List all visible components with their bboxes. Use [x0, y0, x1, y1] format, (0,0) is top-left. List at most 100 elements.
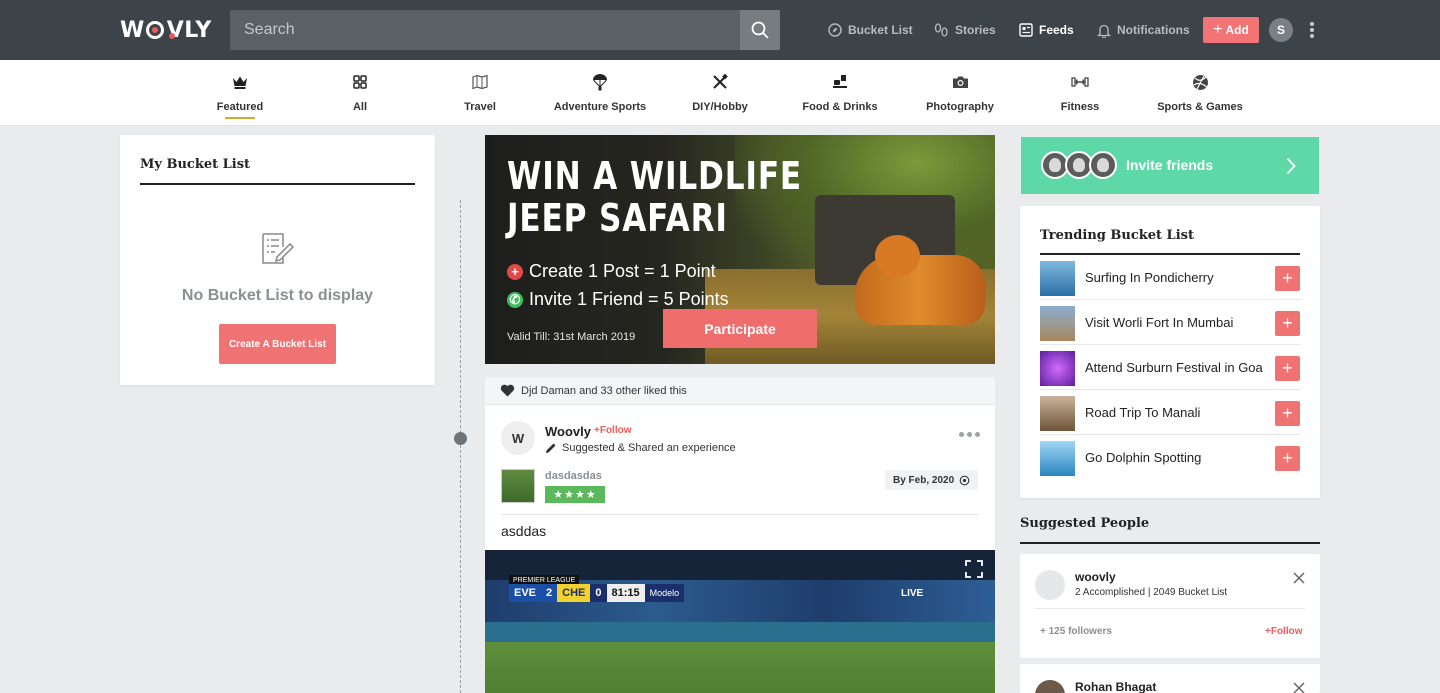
close-icon[interactable] — [1292, 681, 1306, 693]
invite-friends-button[interactable]: Invite friends — [1021, 137, 1319, 194]
trending-item[interactable]: Road Trip To Manali + — [1040, 390, 1300, 435]
post-options-icon[interactable] — [959, 432, 980, 437]
my-bucket-list-card: My Bucket List No Bucket List to display… — [120, 135, 435, 385]
person-followers: + 125 followers — [1040, 626, 1112, 637]
feeds-icon — [1019, 23, 1033, 37]
person-name[interactable]: woovly — [1075, 570, 1116, 584]
bucket-thumbnail[interactable] — [501, 469, 535, 503]
category-adventure-sports[interactable]: Adventure Sports — [540, 60, 660, 126]
nav-stories[interactable]: Stories — [934, 0, 996, 60]
likes-text[interactable]: Djd Daman and 33 other liked this — [521, 385, 687, 397]
category-sports-games[interactable]: Sports & Games — [1140, 60, 1260, 126]
nav-feeds[interactable]: Feeds — [1019, 0, 1074, 60]
banner-post-points: + Create 1 Post = 1 Point — [507, 261, 716, 282]
trending-item-image — [1040, 351, 1075, 386]
search-button[interactable] — [740, 10, 780, 50]
fullscreen-icon[interactable] — [965, 560, 983, 578]
ball-icon — [1192, 74, 1208, 90]
category-travel[interactable]: Travel — [420, 60, 540, 126]
video-away-team: CHE — [557, 584, 591, 602]
bucket-name[interactable]: dasdasdas — [545, 470, 602, 482]
date-text: By Feb, 2020 — [893, 474, 955, 486]
banner-headline-line-2: JEEP SAFARI — [507, 196, 728, 240]
search-input[interactable] — [230, 10, 740, 50]
category-photography-label: Photography — [926, 101, 994, 113]
category-fitness-label: Fitness — [1060, 101, 1100, 113]
suggested-person-card: woovly 2 Accomplished | 2049 Bucket List… — [1020, 554, 1320, 658]
nav-stories-label: Stories — [955, 23, 996, 37]
invite-friends-label: Invite friends — [1126, 157, 1214, 173]
post-follow-link[interactable]: +Follow — [594, 425, 632, 436]
trending-item[interactable]: Attend Surburn Festival in Goa + — [1040, 345, 1300, 390]
person-divider — [1035, 608, 1305, 609]
category-food-drinks[interactable]: Food & Drinks — [780, 60, 900, 126]
trending-item-name: Go Dolphin Spotting — [1085, 450, 1202, 465]
grid-icon — [353, 75, 367, 89]
trending-item-image — [1040, 261, 1075, 296]
create-bucket-list-button[interactable]: Create A Bucket List — [219, 324, 336, 364]
nav-feeds-label: Feeds — [1039, 23, 1074, 37]
post-subtitle: Suggested & Shared an experience — [545, 442, 736, 454]
active-category-underline — [225, 117, 255, 119]
nav-notifications[interactable]: Notifications — [1097, 0, 1190, 60]
post-author-avatar[interactable]: W — [501, 421, 535, 455]
participate-button[interactable]: Participate — [663, 309, 817, 348]
post-video[interactable]: PREMIER LEAGUE EVE 2 CHE 0 81:15 Modelo … — [485, 550, 995, 693]
add-to-bucket-button[interactable]: + — [1275, 356, 1300, 381]
person-avatar[interactable] — [1035, 680, 1065, 693]
person-stats: 2 Accomplished | 2049 Bucket List — [1075, 587, 1228, 598]
category-travel-label: Travel — [464, 101, 496, 113]
person-follow-link[interactable]: +Follow — [1265, 626, 1303, 637]
trending-item[interactable]: Visit Worli Fort In Mumbai + — [1040, 300, 1300, 345]
add-to-bucket-button[interactable]: + — [1275, 266, 1300, 291]
title-divider — [1020, 542, 1320, 544]
nav-bucket-list[interactable]: Bucket List — [828, 0, 913, 60]
plus-circle-icon: + — [507, 263, 523, 280]
footprints-icon — [934, 22, 948, 37]
search-bar — [230, 10, 780, 50]
category-photography[interactable]: Photography — [900, 60, 1020, 126]
banner-post-points-text: Create 1 Post = 1 Point — [529, 261, 716, 281]
category-diy-hobby[interactable]: DIY/Hobby — [660, 60, 780, 126]
trending-item-name: Attend Surburn Festival in Goa — [1085, 360, 1263, 375]
title-divider — [140, 183, 415, 185]
heart-icon[interactable] — [500, 384, 515, 397]
post-author-name[interactable]: Woovly — [545, 424, 591, 439]
banner-valid-till: Valid Till: 31st March 2019 — [507, 331, 636, 343]
category-featured-label: Featured — [216, 101, 264, 113]
trending-item[interactable]: Surfing In Pondicherry + — [1040, 255, 1300, 300]
likes-bar: Djd Daman and 33 other liked this — [485, 377, 995, 405]
video-home-team: EVE — [509, 584, 542, 602]
add-to-bucket-button[interactable]: + — [1275, 311, 1300, 336]
pencil-icon — [546, 443, 556, 453]
rating-stars: ★★★★ — [545, 486, 605, 503]
category-fitness[interactable]: Fitness — [1020, 60, 1140, 126]
contest-banner[interactable]: WIN A WILDLIFE JEEP SAFARI + Create 1 Po… — [485, 135, 995, 364]
video-home-score: 2 — [541, 584, 558, 602]
category-all[interactable]: All — [300, 60, 420, 126]
more-menu-icon[interactable] — [1306, 20, 1318, 40]
tools-icon — [713, 74, 728, 89]
person-avatar[interactable] — [1035, 570, 1065, 600]
video-scoreboard: EVE 2 CHE 0 81:15 Modelo — [509, 584, 685, 602]
add-to-bucket-button[interactable]: + — [1275, 401, 1300, 426]
trending-item-image — [1040, 396, 1075, 431]
add-to-bucket-button[interactable]: + — [1275, 446, 1300, 471]
trending-title: Trending Bucket List — [1040, 228, 1194, 243]
category-featured[interactable]: Featured — [180, 60, 300, 126]
woovly-logo[interactable]: W VLY — [120, 17, 212, 43]
trending-item-image — [1040, 441, 1075, 476]
dumbbell-icon — [1071, 77, 1089, 87]
video-live-label: LIVE — [901, 588, 924, 599]
timeline-line — [460, 200, 461, 693]
bell-icon — [1097, 24, 1111, 38]
person-name[interactable]: Rohan Bhagat — [1075, 680, 1156, 693]
add-button[interactable]: + Add — [1203, 17, 1259, 43]
trending-item[interactable]: Go Dolphin Spotting + — [1040, 435, 1300, 480]
banner-headline: WIN A WILDLIFE JEEP SAFARI — [507, 155, 802, 239]
user-avatar[interactable]: S — [1269, 18, 1293, 42]
video-sponsor: Modelo — [644, 584, 685, 602]
post-subtitle-text: Suggested & Shared an experience — [562, 442, 736, 454]
close-icon[interactable] — [1292, 571, 1306, 585]
category-all-label: All — [352, 101, 368, 113]
